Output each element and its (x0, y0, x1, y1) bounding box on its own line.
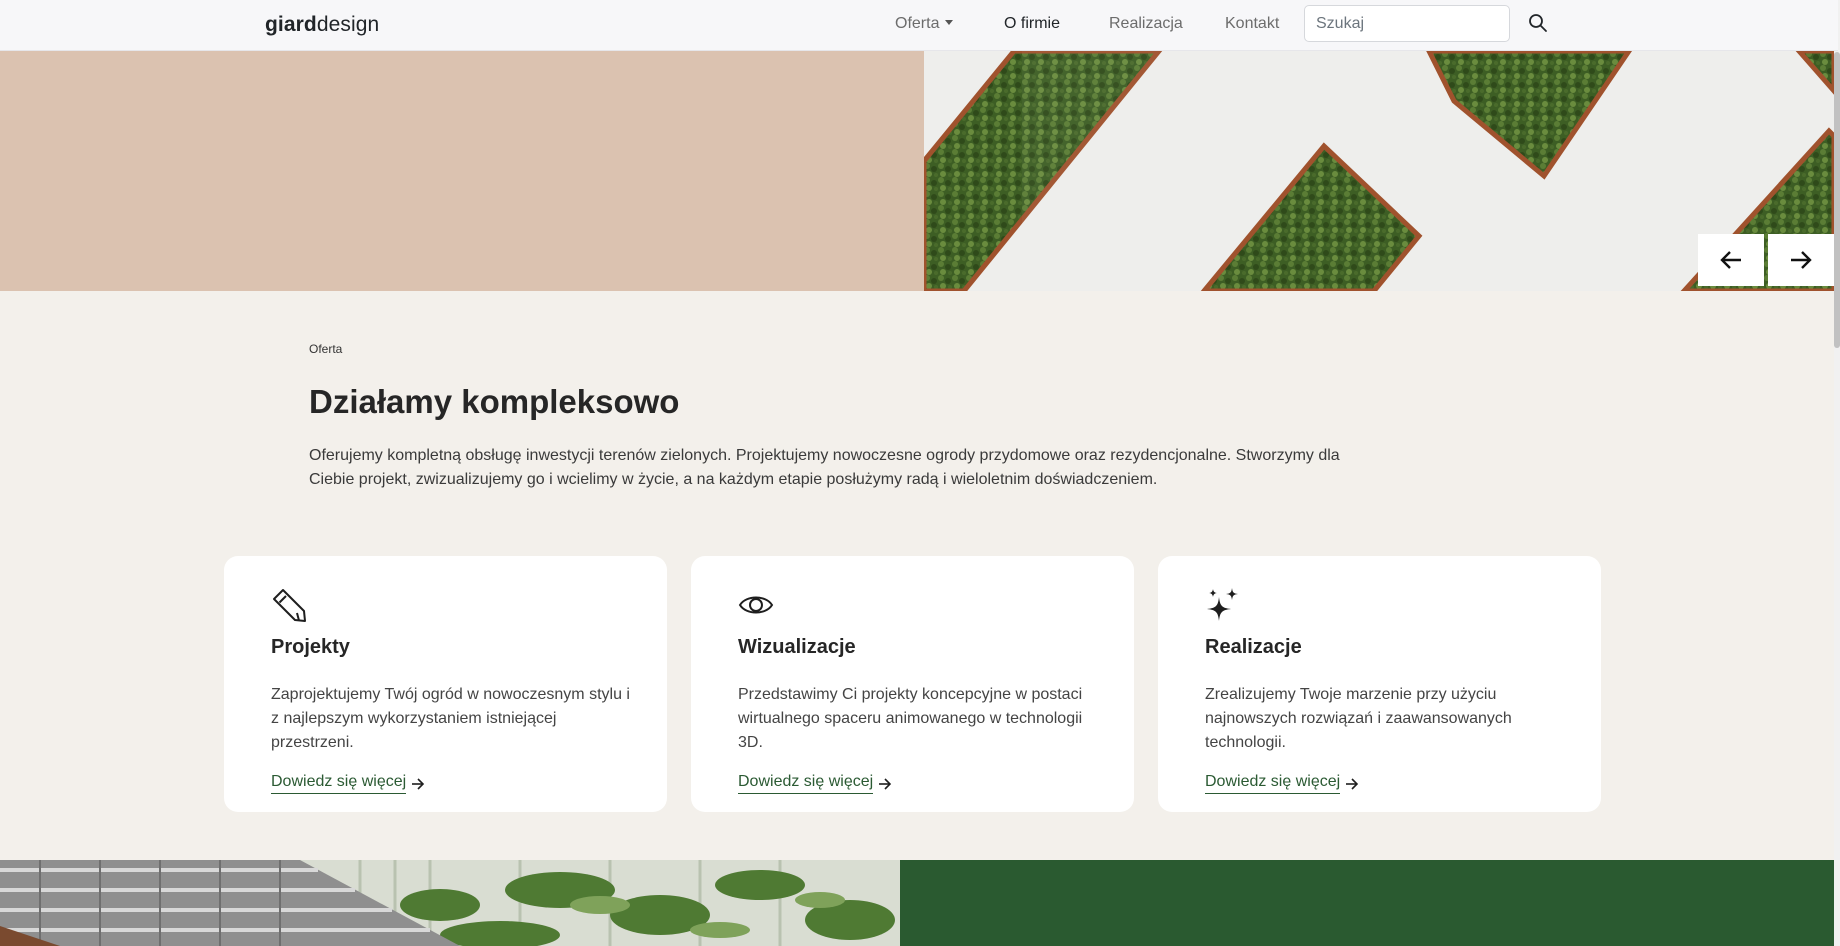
arrow-right-icon (879, 777, 892, 790)
learn-more-link[interactable]: Dowiedz się więcej (271, 773, 425, 794)
brand-logo[interactable]: giarddesign (265, 13, 379, 37)
arrow-right-icon (1791, 251, 1812, 269)
card-title: Realizacje (1205, 636, 1302, 658)
arrow-left-icon (1720, 251, 1741, 269)
pencil-icon (273, 589, 306, 622)
brand-light-text: design (316, 13, 380, 36)
card-text: Przedstawimy Ci projekty koncepcyjne w p… (738, 686, 1083, 751)
arrow-right-icon (1346, 777, 1359, 790)
nav-item-o-firmie[interactable]: O firmie (1004, 15, 1060, 33)
card-title: Projekty (271, 636, 350, 658)
learn-more-link[interactable]: Dowiedz się więcej (1205, 773, 1359, 794)
page-scrollbar-thumb[interactable] (1834, 52, 1840, 348)
learn-more-link[interactable]: Dowiedz się więcej (738, 773, 892, 794)
nav-item-kontakt[interactable]: Kontakt (1225, 15, 1279, 33)
nav-item-oferta-label: Oferta (895, 15, 940, 32)
search-icon (1529, 14, 1547, 32)
section-title: Działamy kompleksowo (309, 383, 680, 420)
offer-card-projekty: Projekty Zaprojektujemy Twój ogród w now… (224, 556, 667, 812)
chevron-down-icon (945, 20, 954, 25)
search-button[interactable] (1528, 13, 1550, 35)
navbar: giarddesign Oferta O firmie Realizacja K… (0, 0, 1838, 51)
carousel-next-button[interactable] (1768, 234, 1834, 286)
section-eyebrow: Oferta (309, 342, 343, 356)
nav-item-oferta[interactable]: Oferta (895, 15, 954, 33)
learn-more-label: Dowiedz się więcej (1205, 773, 1341, 794)
garden-roof-bamboo-image (0, 860, 900, 946)
section-lead: Oferujemy kompletną obsługę inwestycji t… (309, 447, 1340, 488)
nav-item-realizacja[interactable]: Realizacja (1109, 15, 1183, 33)
garden-photo (0, 860, 900, 946)
hero-color-panel (0, 51, 924, 291)
offer-card-wizualizacje: Wizualizacje Przedstawimy Ci projekty ko… (691, 556, 1134, 812)
offer-card-realizacje: Realizacje Zrealizujemy Twoje marzenie p… (1158, 556, 1601, 812)
learn-more-label: Dowiedz się więcej (738, 773, 874, 794)
eye-icon (738, 596, 774, 614)
arrow-right-icon (412, 777, 425, 790)
green-panel (900, 860, 1834, 946)
card-title: Wizualizacje (738, 636, 856, 658)
learn-more-label: Dowiedz się więcej (271, 773, 407, 794)
brand-bold-text: giard (265, 13, 317, 36)
card-text: Zrealizujemy Twoje marzenie przy użyciu … (1205, 686, 1512, 751)
carousel-prev-button[interactable] (1698, 234, 1764, 286)
sparkles-icon (1207, 588, 1238, 621)
search-input[interactable] (1304, 5, 1510, 42)
card-text: Zaprojektujemy Twój ogród w nowoczesnym … (271, 686, 630, 751)
